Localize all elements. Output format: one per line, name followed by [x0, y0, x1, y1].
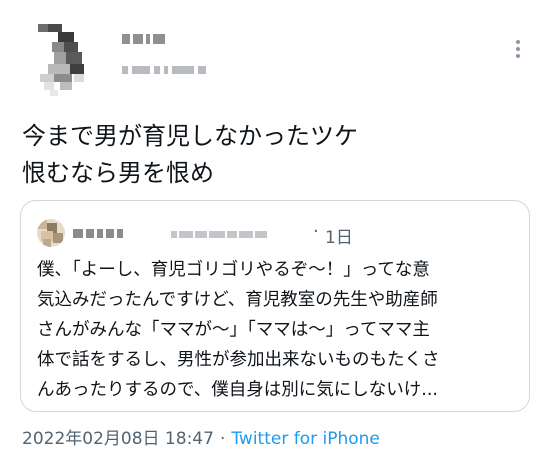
tweet-source-link[interactable]: Twitter for iPhone: [231, 429, 380, 449]
quoted-avatar: [37, 219, 65, 247]
tweet-datetime[interactable]: 2022年02月08日 18:47: [22, 429, 214, 449]
tweet-text: 今まで男が育児しなかったツケ 恨むなら男を恨め: [22, 122, 358, 187]
avatar[interactable]: [30, 16, 96, 102]
quoted-timestamp[interactable]: 1日: [325, 223, 353, 248]
quoted-avatar-image: [37, 219, 65, 247]
more-vertical-icon[interactable]: [508, 36, 528, 62]
quoted-text: 僕、「よーし、育児ゴリゴリやるぞ～！」ってな意 気込みだったんですけど、育児教室…: [37, 260, 440, 400]
handle-redacted: [122, 66, 206, 74]
tweet-footer: 2022年02月08日 18:47 · Twitter for iPhone: [22, 424, 380, 449]
tweet: 今まで男が育児しなかったツケ 恨むなら男を恨め · 1日 僕、「よーし、育児ゴリ…: [0, 0, 550, 462]
quoted-separator: ·: [313, 221, 319, 242]
footer-separator: ·: [219, 429, 226, 449]
quoted-tweet[interactable]: · 1日 僕、「よーし、育児ゴリゴリやるぞ～！」ってな意 気込みだったんですけど…: [20, 200, 530, 412]
quoted-handle-redacted: [171, 231, 267, 238]
quoted-display-name-redacted: [73, 229, 123, 238]
avatar-image: [30, 16, 96, 102]
display-name-redacted: [122, 34, 165, 44]
